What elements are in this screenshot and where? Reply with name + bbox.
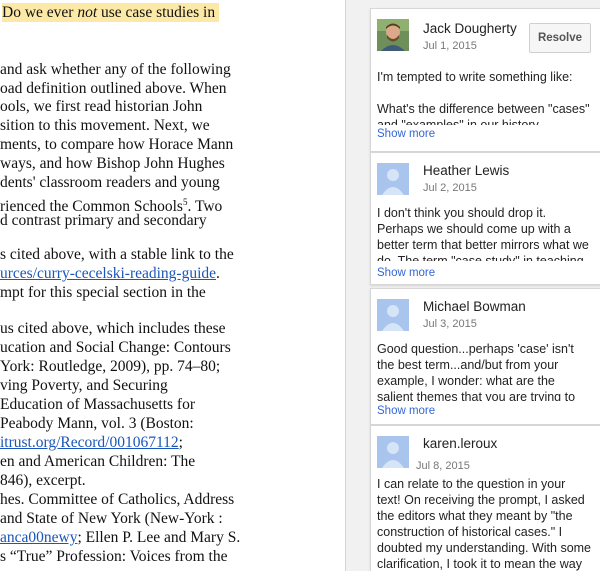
person-icon — [377, 436, 409, 468]
doc-line: en and American Children: The — [0, 453, 196, 470]
comment-author: karen.leroux — [423, 436, 498, 451]
doc-line: Education of Massachusetts for — [0, 396, 195, 413]
comment-date: Jul 3, 2015 — [423, 318, 477, 330]
archive-link[interactable]: anca00newy — [0, 529, 77, 546]
document-body[interactable]: Do we ever not use case studies in and a… — [0, 0, 345, 571]
doc-line: Peabody Mann, vol. 3 (Boston: — [0, 415, 194, 432]
more-options-icon[interactable]: ⋮ — [595, 25, 600, 45]
comment-thread[interactable]: Jack Dougherty Jul 1, 2015 Resolve ⋮ I'm… — [370, 8, 600, 152]
doc-line: anca00newy; Ellen P. Lee and Mary S. — [0, 529, 241, 546]
doc-line: dents' classroom readers and young — [0, 174, 220, 191]
show-more-link[interactable]: Show more — [377, 267, 435, 279]
reading-guide-link[interactable]: urces/curry-cecelski-reading-guide — [0, 265, 216, 282]
doc-line: ucation and Social Change: Contours — [0, 339, 231, 356]
comment-text: Good question...perhaps 'case' isn't the… — [377, 342, 576, 401]
doc-line: d contrast primary and secondary — [0, 212, 207, 229]
doc-line: 846), excerpt. — [0, 472, 86, 489]
doc-line: and State of New York (New-York : — [0, 510, 223, 527]
doc-line: itrust.org/Record/001067112; — [0, 434, 183, 451]
doc-line: ways, and how Bishop John Hughes — [0, 155, 225, 172]
comment-header: Jack Dougherty Jul 1, 2015 Resolve ⋮ — [377, 15, 600, 55]
comment-author: Jack Dougherty — [423, 21, 517, 36]
comment-reply[interactable]: karen.leroux I can relate to the questio… — [370, 425, 600, 571]
default-avatar — [377, 299, 409, 331]
doc-line: oad definition outlined above. When — [0, 80, 227, 97]
doc-line: s cited above, with a stable link to the — [0, 246, 234, 263]
photo-avatar — [377, 19, 409, 51]
default-avatar — [377, 436, 409, 468]
show-more-link[interactable]: Show more — [377, 128, 435, 140]
doc-line: mpt for this special section in the — [0, 284, 206, 301]
comment-text: I can relate to the question in your tex… — [377, 477, 592, 571]
doc-line: and ask whether any of the following — [0, 61, 231, 78]
default-avatar — [377, 163, 409, 195]
doc-line: York: Routledge, 2009), pp. 74–80; — [0, 358, 221, 375]
comment-date: Jul 1, 2015 — [423, 40, 477, 52]
comment-text: I don't think you should drop it. Perhap… — [377, 206, 589, 261]
comment-reply[interactable]: Heather Lewis Jul 2, 2015 I don't think … — [370, 152, 600, 285]
doc-line: ools, we first read historian John — [0, 98, 203, 115]
person-icon — [377, 299, 409, 331]
show-more-link[interactable]: Show more — [377, 405, 435, 417]
doc-line: us cited above, which includes these — [0, 320, 226, 337]
hathitrust-link[interactable]: itrust.org/Record/001067112 — [0, 434, 179, 451]
resolve-button[interactable]: Resolve — [529, 23, 591, 53]
person-icon — [377, 163, 409, 195]
doc-line: hes. Committee of Catholics, Address — [0, 491, 235, 508]
person-photo-icon — [377, 19, 409, 51]
doc-line: sition to this movement. Next, we — [0, 117, 210, 134]
doc-line: ving Poverty, and Securing — [0, 377, 168, 394]
comment-author: Heather Lewis — [423, 163, 510, 178]
doc-line: ments, to compare how Horace Mann — [0, 136, 234, 153]
comment-author: Michael Bowman — [423, 299, 526, 314]
doc-line: s “True” Profession: Voices from the — [0, 548, 228, 565]
comments-panel: Jack Dougherty Jul 1, 2015 Resolve ⋮ I'm… — [346, 0, 600, 571]
comment-reply[interactable]: Michael Bowman Jul 3, 2015 Good question… — [370, 288, 600, 425]
doc-line: urces/curry-cecelski-reading-guide. — [0, 265, 220, 282]
highlighted-text[interactable]: Do we ever not use case studies in — [2, 3, 220, 22]
comment-date: Jul 8, 2015 — [416, 460, 470, 472]
comment-date: Jul 2, 2015 — [423, 182, 477, 194]
comment-text: I'm tempted to write something like: Wha… — [377, 70, 590, 125]
